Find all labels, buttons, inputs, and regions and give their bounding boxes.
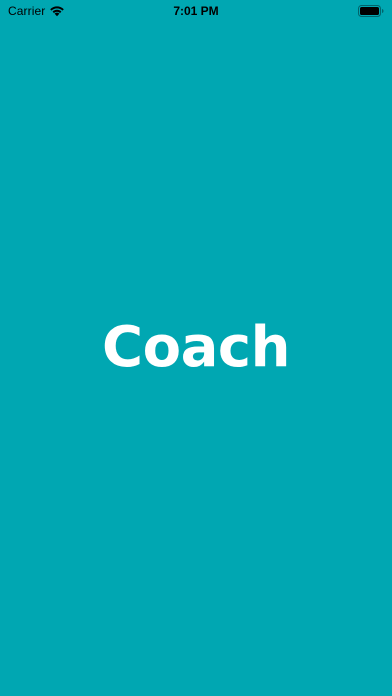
splash-screen: Carrier 7:01 PM Coach [0,0,392,696]
battery-icon [358,5,384,17]
status-time: 7:01 PM [173,4,219,18]
status-bar: Carrier 7:01 PM [0,0,392,22]
app-title: Coach [102,315,290,380]
